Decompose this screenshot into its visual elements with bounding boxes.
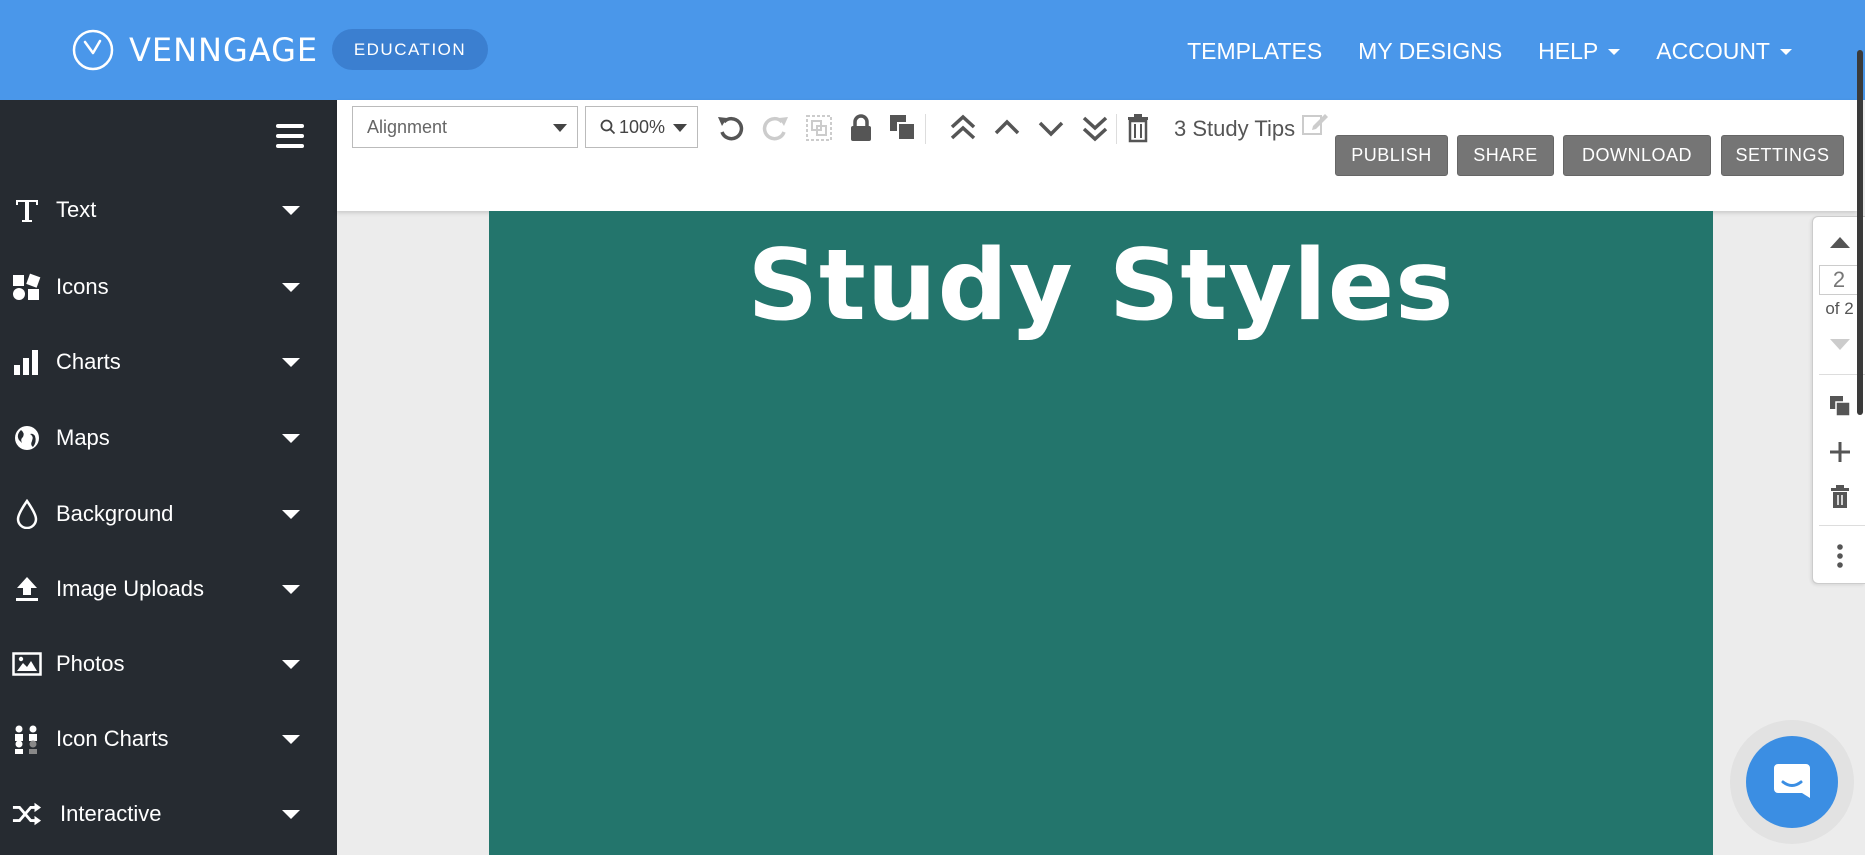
delete-page-icon[interactable] [1813,483,1865,511]
page-scrollbar[interactable] [1857,50,1863,415]
top-navigation-bar: VENNGAGE EDUCATION TEMPLATES MY DESIGNS … [0,0,1865,100]
editor-toolbar: Alignment 100% 3 Study Tips PUBLISH SHAR… [337,100,1857,211]
send-to-back-icon[interactable] [1079,112,1111,144]
publish-button[interactable]: PUBLISH [1335,135,1448,176]
bring-forward-icon[interactable] [991,112,1023,144]
sidebar-item-label: Text [56,197,97,222]
sidebar-item-charts[interactable]: Charts [0,332,337,392]
chevron-down-icon [282,584,300,594]
sidebar-item-label: Photos [56,651,125,676]
nav-help[interactable]: HELP [1538,38,1621,65]
chevron-down-icon [282,509,300,519]
bar-chart-icon [12,347,42,377]
sidebar-item-image-uploads[interactable]: Image Uploads [0,559,337,619]
undo-icon[interactable] [715,112,747,144]
education-badge[interactable]: EDUCATION [332,29,488,70]
sidebar-item-icon-charts[interactable]: Icon Charts [0,709,337,769]
sidebar-item-label: Interactive [60,801,162,826]
panel-divider [1819,525,1865,526]
zoom-select[interactable]: 100% [585,106,698,148]
caret-down-icon [673,124,687,132]
chat-launcher-button[interactable] [1746,736,1838,828]
share-button[interactable]: SHARE [1457,135,1554,176]
bring-to-front-icon[interactable] [947,112,979,144]
duplicate-icon[interactable] [887,112,919,144]
current-page-input[interactable]: 2 [1819,265,1859,295]
image-icon [12,649,42,679]
nav-my-designs[interactable]: MY DESIGNS [1358,38,1502,65]
sidebar-item-label: Image Uploads [56,576,204,601]
alignment-select[interactable]: Alignment [352,106,578,148]
shapes-icon [12,272,42,302]
settings-button[interactable]: SETTINGS [1721,135,1844,176]
sidebar-item-text[interactable]: Text [0,180,337,240]
droplet-icon [12,499,42,529]
chevron-down-icon [282,282,300,292]
design-canvas[interactable]: Study Styles [489,211,1713,855]
zoom-value: 100% [619,116,666,137]
sidebar-item-label: Background [56,501,174,526]
sidebar-item-label: Charts [56,349,121,374]
venngage-logo-icon [72,29,114,71]
main-nav: TEMPLATES MY DESIGNS HELP ACCOUNT [1187,38,1792,65]
chevron-down-icon [282,357,300,367]
brand-logo[interactable]: VENNGAGE [71,28,318,72]
edit-title-icon[interactable] [1299,108,1331,140]
canvas-title-text[interactable]: Study Styles [489,229,1713,343]
chevron-down-icon [282,433,300,443]
toolbar-divider [925,114,926,144]
sidebar-item-interactive[interactable]: Interactive [0,784,337,844]
chevron-down-icon [282,809,300,819]
group-icon[interactable] [803,112,835,144]
nav-templates[interactable]: TEMPLATES [1187,38,1322,65]
nav-templates-label: TEMPLATES [1187,38,1323,64]
sidebar-item-label: Maps [56,425,110,450]
sidebar-item-icons[interactable]: Icons [0,257,337,317]
menu-icon[interactable] [276,124,304,148]
sidebar-item-background[interactable]: Background [0,484,337,544]
redo-icon[interactable] [759,112,791,144]
chevron-down-icon [282,659,300,669]
nav-my-designs-label: MY DESIGNS [1358,38,1503,64]
nav-account[interactable]: ACCOUNT [1656,38,1792,65]
upload-icon [12,574,42,604]
download-button[interactable]: DOWNLOAD [1563,135,1711,176]
sidebar-item-label: Icons [56,274,109,299]
chat-icon [1774,764,1810,798]
chevron-down-icon [282,734,300,744]
caret-down-icon [1608,48,1621,55]
people-icon [12,724,42,754]
sidebar-item-maps[interactable]: Maps [0,408,337,468]
caret-down-icon [553,124,567,132]
document-title[interactable]: 3 Study Tips [1174,116,1295,142]
globe-icon [12,423,42,453]
shuffle-icon [12,799,42,829]
trash-icon[interactable] [1122,112,1154,144]
search-icon [600,119,616,135]
sidebar-item-photos[interactable]: Photos [0,634,337,694]
nav-account-label: ACCOUNT [1656,38,1770,64]
brand-name: VENNGAGE [129,31,319,69]
toolbar-divider [1116,114,1117,144]
send-backward-icon[interactable] [1035,112,1067,144]
sidebar-item-label: Icon Charts [56,726,169,751]
chevron-down-icon [282,205,300,215]
more-options-icon[interactable] [1813,541,1865,571]
alignment-select-value: Alignment [367,116,448,137]
lock-icon[interactable] [845,112,877,144]
caret-down-icon [1780,48,1792,55]
add-page-icon[interactable] [1813,439,1865,465]
element-sidebar: Text Icons Charts Maps Background Image … [0,100,337,855]
nav-help-label: HELP [1538,38,1599,64]
text-icon [12,195,42,225]
